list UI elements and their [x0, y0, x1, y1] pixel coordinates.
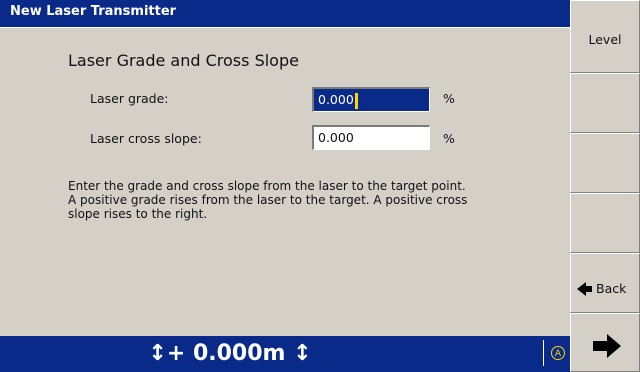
back-button-content: Back	[577, 281, 626, 296]
level-button[interactable]: Level	[570, 0, 640, 73]
left-arrow-icon	[577, 281, 586, 296]
right-arrow-icon	[593, 334, 621, 358]
softkey-4-button[interactable]	[570, 193, 640, 253]
form-panel: Laser Grade and Cross Slope Laser grade:…	[0, 28, 570, 336]
elevation-readout: ↕+ 0.000m ↕	[148, 341, 312, 366]
text-caret	[354, 92, 358, 109]
softkey-3-button[interactable]	[570, 133, 640, 193]
laser-cross-slope-unit: %	[443, 131, 455, 146]
right-arrow-stem	[593, 341, 607, 351]
level-button-label: Level	[588, 32, 622, 47]
laser-grade-unit: %	[443, 91, 455, 106]
back-button[interactable]: Back	[570, 253, 640, 313]
laser-cross-slope-label: Laser cross slope:	[90, 131, 202, 146]
status-divider	[543, 340, 544, 366]
laser-cross-slope-input[interactable]: 0.000	[312, 125, 430, 150]
softkey-sidebar: Level Back	[570, 0, 640, 372]
help-text-line: A positive grade rises from the laser to…	[68, 193, 468, 207]
laser-status-icon[interactable]: A	[551, 346, 565, 360]
left-arrow-stem	[586, 285, 592, 292]
help-text-line: slope rises to the right.	[68, 207, 208, 221]
app-window: New Laser Transmitter Laser Grade and Cr…	[0, 0, 640, 372]
softkey-2-button[interactable]	[570, 73, 640, 133]
laser-cross-slope-value: 0.000	[318, 130, 354, 145]
laser-grade-input[interactable]: 0.000	[312, 87, 430, 112]
laser-grade-label: Laser grade:	[90, 91, 169, 106]
next-button[interactable]	[570, 313, 640, 372]
status-bar: ↕+ 0.000m ↕ A	[0, 336, 570, 372]
form-heading: Laser Grade and Cross Slope	[68, 51, 299, 70]
help-text-line: Enter the grade and cross slope from the…	[68, 179, 466, 193]
right-arrow-head	[607, 334, 621, 358]
help-text: Enter the grade and cross slope from the…	[68, 179, 538, 221]
back-button-label: Back	[596, 281, 627, 296]
laser-grade-value: 0.000	[318, 92, 354, 107]
window-title: New Laser Transmitter	[0, 0, 570, 28]
